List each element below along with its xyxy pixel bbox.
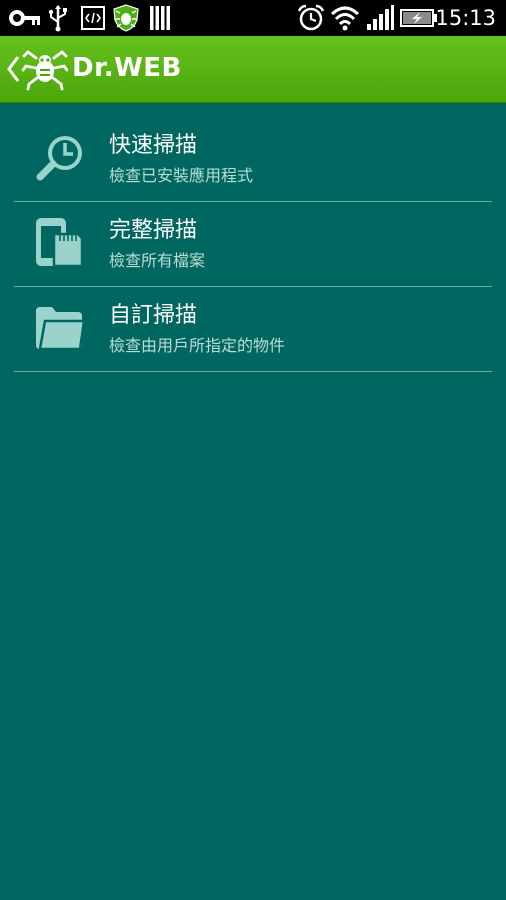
item-title: 完整掃描 (109, 218, 198, 243)
item-title: 自訂掃描 (109, 303, 198, 328)
item-title: 快速掃描 (109, 133, 198, 158)
wifi-icon (330, 6, 360, 31)
storage-icon (150, 6, 170, 30)
signal-icon (367, 5, 394, 30)
item-subtitle: 檢查所有檔案 (109, 251, 206, 270)
key-icon (9, 10, 40, 26)
action-bar: Dr.WEB (0, 36, 506, 103)
quick-scan-item[interactable]: 快速掃描 檢查已安裝應用程式 (14, 117, 492, 202)
clock: 15:13 (435, 6, 496, 30)
usb-icon (48, 5, 67, 32)
drweb-logo-icon[interactable] (22, 46, 68, 92)
battery-charging-icon (400, 9, 437, 27)
quick-scan-icon (36, 136, 82, 181)
app-title: Dr.WEB (72, 53, 182, 83)
developer-icon (81, 6, 105, 30)
custom-scan-item[interactable]: 自訂掃描 檢查由用戶所指定的物件 (14, 287, 492, 372)
item-subtitle: 檢查由用戶所指定的物件 (109, 336, 286, 355)
alarm-icon (297, 4, 325, 31)
drweb-shield-icon (113, 4, 139, 32)
scan-options-list: 快速掃描 檢查已安裝應用程式 完整掃描 檢查所有檔案 自訂掃描 檢查由用戶所指定… (14, 117, 492, 372)
back-chevron-icon[interactable] (6, 54, 20, 84)
full-scan-item[interactable]: 完整掃描 檢查所有檔案 (14, 202, 492, 287)
full-scan-icon (36, 218, 84, 268)
custom-scan-icon (36, 307, 86, 351)
item-subtitle: 檢查已安裝應用程式 (109, 166, 254, 185)
status-bar: 15:13 (0, 0, 506, 36)
